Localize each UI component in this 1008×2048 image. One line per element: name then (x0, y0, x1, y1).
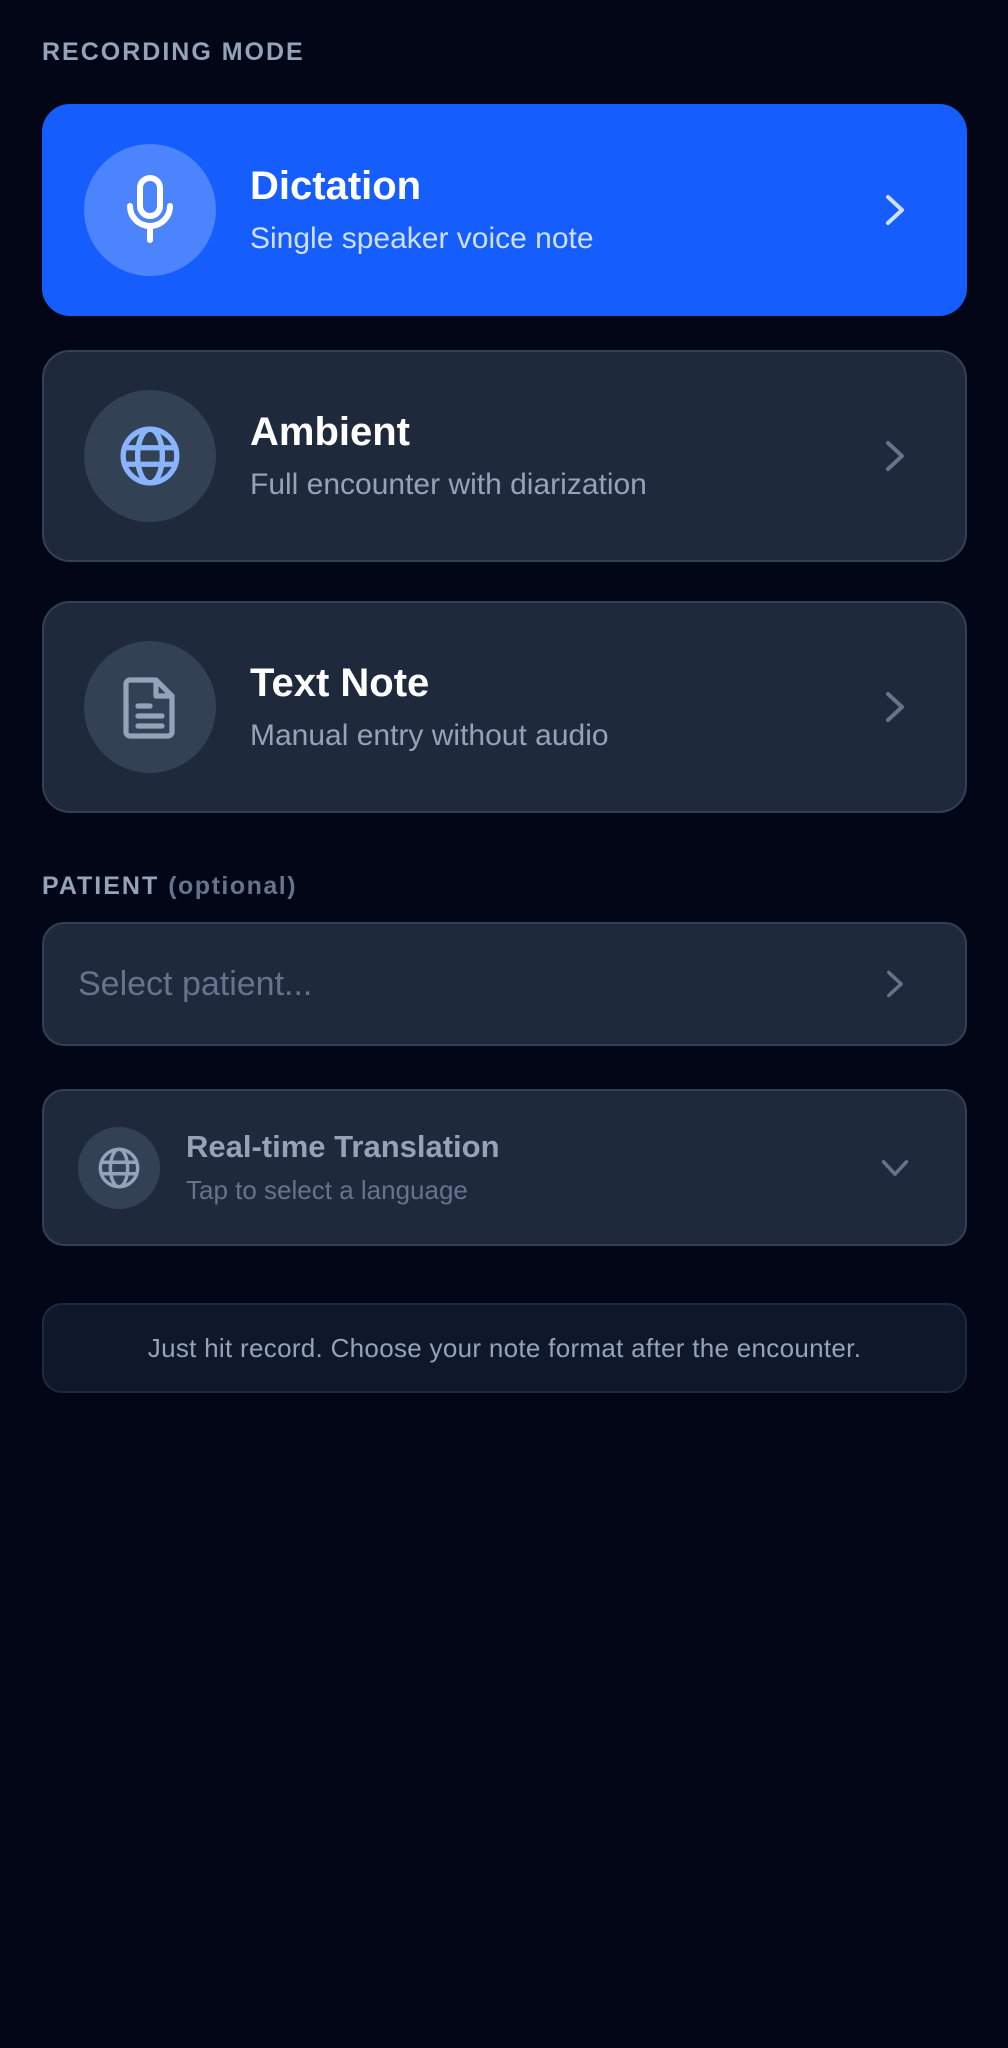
translation-title: Real-time Translation (186, 1129, 500, 1164)
mode-card-ambient[interactable]: Ambient Full encounter with diarization (42, 350, 967, 562)
recording-mode-label: RECORDING MODE (42, 38, 305, 66)
chevron-down-icon (865, 1158, 925, 1178)
optional-label: (optional) (168, 872, 298, 900)
mode-subtitle: Manual entry without audio (250, 719, 609, 752)
patient-label: PATIENT (optional) (42, 872, 297, 901)
mode-title: Ambient (250, 410, 410, 454)
globe-icon (84, 390, 216, 522)
mode-card-text-note[interactable]: Text Note Manual entry without audio (42, 601, 967, 813)
mode-subtitle: Full encounter with diarization (250, 468, 647, 501)
record-hint: Just hit record. Choose your note format… (42, 1303, 967, 1393)
patient-placeholder: Select patient... (78, 964, 313, 1003)
document-icon (84, 641, 216, 773)
mode-title: Text Note (250, 661, 430, 705)
mode-subtitle: Single speaker voice note (250, 222, 594, 255)
chevron-right-icon (865, 439, 925, 473)
chevron-right-icon (865, 690, 925, 724)
translation-subtitle: Tap to select a language (186, 1175, 468, 1205)
chevron-right-icon (865, 969, 925, 999)
chevron-right-icon (865, 193, 925, 227)
globe-icon (78, 1126, 160, 1209)
select-patient-field[interactable]: Select patient... (42, 922, 967, 1046)
microphone-icon (84, 144, 216, 276)
mode-title: Dictation (250, 164, 422, 208)
mode-card-dictation[interactable]: Dictation Single speaker voice note (42, 104, 967, 316)
patient-label-text: PATIENT (42, 872, 160, 900)
real-time-translation-selector[interactable]: Real-time Translation Tap to select a la… (42, 1089, 967, 1246)
